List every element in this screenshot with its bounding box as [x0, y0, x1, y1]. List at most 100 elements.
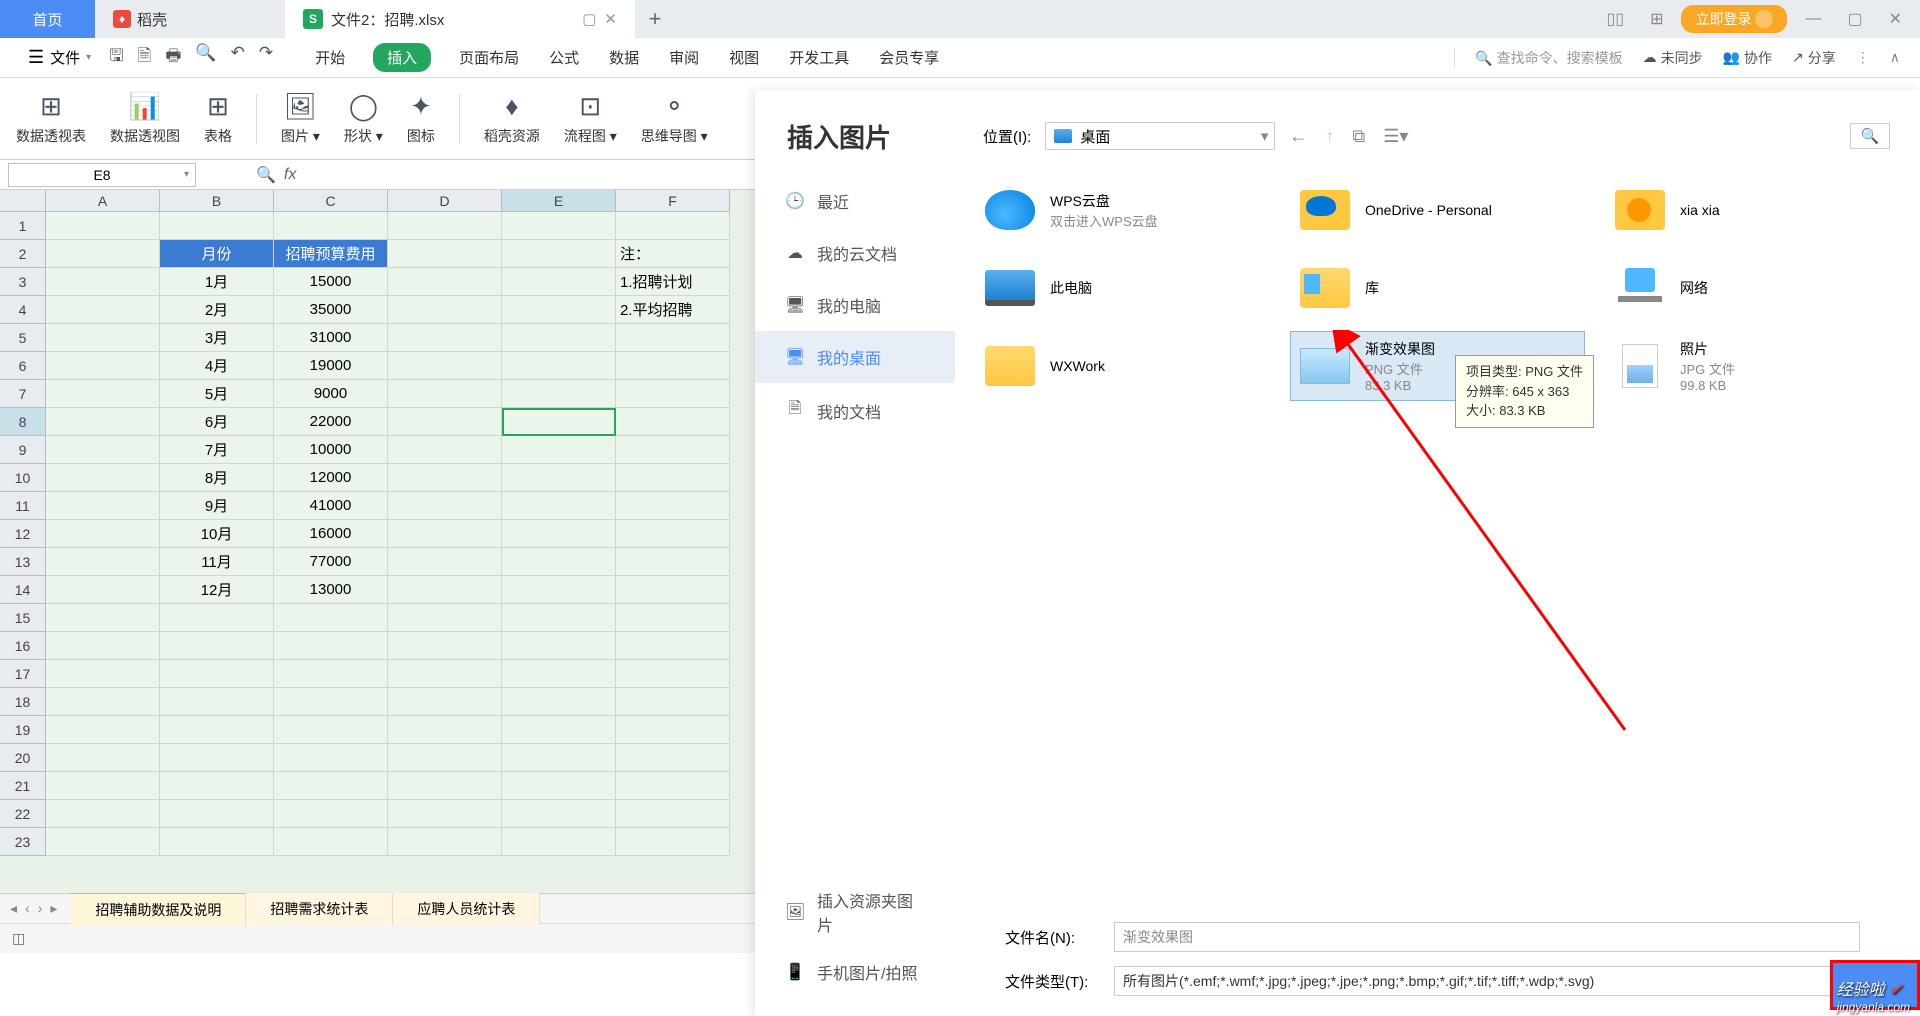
cell[interactable]: 月份: [160, 240, 274, 268]
cell[interactable]: [274, 604, 388, 632]
column-header[interactable]: D: [388, 190, 502, 212]
cell[interactable]: [46, 352, 160, 380]
menu-pagelayout[interactable]: 页面布局: [457, 43, 521, 72]
cell[interactable]: [616, 212, 730, 240]
cell[interactable]: 13000: [274, 576, 388, 604]
cell[interactable]: [388, 772, 502, 800]
cell[interactable]: [388, 520, 502, 548]
column-header[interactable]: B: [160, 190, 274, 212]
cell[interactable]: 19000: [274, 352, 388, 380]
insert-resource-folder[interactable]: 🖼插入资源夹图片: [785, 876, 925, 948]
cell[interactable]: [46, 520, 160, 548]
cell[interactable]: [46, 772, 160, 800]
cell[interactable]: [502, 352, 616, 380]
cell[interactable]: [46, 576, 160, 604]
sheet-prev-icon[interactable]: ‹: [25, 900, 30, 917]
cell[interactable]: [616, 352, 730, 380]
cell[interactable]: [616, 744, 730, 772]
cell[interactable]: [388, 576, 502, 604]
minimize-button[interactable]: —: [1797, 6, 1829, 32]
file-item[interactable]: OneDrive - Personal: [1290, 175, 1585, 245]
cell[interactable]: [46, 436, 160, 464]
cell[interactable]: [46, 212, 160, 240]
cell[interactable]: 注：: [616, 240, 730, 268]
row-header[interactable]: 13: [0, 548, 46, 576]
cell[interactable]: [502, 296, 616, 324]
cell[interactable]: 8月: [160, 464, 274, 492]
row-header[interactable]: 15: [0, 604, 46, 632]
cell[interactable]: [274, 772, 388, 800]
cell[interactable]: [274, 716, 388, 744]
cell[interactable]: 41000: [274, 492, 388, 520]
phone-photo[interactable]: 📱手机图片/拍照: [785, 948, 925, 996]
zoom-icon[interactable]: 🔍: [256, 165, 276, 185]
print-preview-icon[interactable]: 🗎: [138, 43, 152, 72]
cell[interactable]: [46, 828, 160, 856]
file-grid[interactable]: WPS云盘双击进入WPS云盘OneDrive - Personalxia xia…: [975, 175, 1900, 912]
cell[interactable]: 16000: [274, 520, 388, 548]
menu-formula[interactable]: 公式: [547, 43, 581, 72]
cell[interactable]: [502, 604, 616, 632]
sheet-first-icon[interactable]: ◂: [10, 900, 17, 917]
cell[interactable]: [616, 716, 730, 744]
layout-icon[interactable]: ▯▯: [1598, 5, 1632, 33]
file-item[interactable]: WPS云盘双击进入WPS云盘: [975, 175, 1270, 245]
cell[interactable]: [616, 576, 730, 604]
cell[interactable]: [160, 604, 274, 632]
file-item[interactable]: WXWork: [975, 331, 1270, 401]
tab-file-active[interactable]: S 文件2：招聘.xlsx ▢ ✕: [285, 0, 635, 38]
row-header[interactable]: 22: [0, 800, 46, 828]
tab-docer[interactable]: ♦ 稻壳: [95, 0, 285, 38]
cell[interactable]: 2月: [160, 296, 274, 324]
cell[interactable]: [274, 632, 388, 660]
sheet-tab[interactable]: 招聘需求统计表: [246, 893, 393, 925]
cell[interactable]: [502, 408, 616, 436]
location-select[interactable]: 桌面: [1045, 122, 1275, 150]
cell[interactable]: [502, 744, 616, 772]
cell[interactable]: [274, 660, 388, 688]
row-header[interactable]: 8: [0, 408, 46, 436]
cell[interactable]: 4月: [160, 352, 274, 380]
cell[interactable]: [616, 436, 730, 464]
menu-devtools[interactable]: 开发工具: [787, 43, 851, 72]
cell[interactable]: [388, 688, 502, 716]
sheet-last-icon[interactable]: ▸: [50, 900, 57, 917]
cell[interactable]: [388, 352, 502, 380]
sheet-next-icon[interactable]: ›: [38, 900, 43, 917]
cell[interactable]: [502, 828, 616, 856]
row-header[interactable]: 7: [0, 380, 46, 408]
ribbon-mindmap[interactable]: ⚬思维导图 ▾: [641, 91, 708, 146]
cell[interactable]: [388, 828, 502, 856]
cell[interactable]: [274, 800, 388, 828]
close-button[interactable]: ✕: [1881, 5, 1910, 33]
new-tab-button[interactable]: +: [635, 6, 675, 32]
cell[interactable]: 10月: [160, 520, 274, 548]
cell[interactable]: [388, 716, 502, 744]
row-header[interactable]: 20: [0, 744, 46, 772]
login-button[interactable]: 立即登录: [1681, 5, 1787, 33]
cell[interactable]: [616, 772, 730, 800]
filename-input[interactable]: [1114, 922, 1860, 952]
cells-grid[interactable]: 月份招聘预算费用注：1月150001.招聘计划2月350002.平均招聘3月31…: [46, 212, 730, 856]
cell[interactable]: [274, 828, 388, 856]
cell[interactable]: [502, 212, 616, 240]
cell[interactable]: [160, 800, 274, 828]
cell[interactable]: 5月: [160, 380, 274, 408]
cell[interactable]: [502, 660, 616, 688]
ribbon-pivot-chart[interactable]: 📊数据透视图: [110, 91, 180, 146]
cell[interactable]: [502, 380, 616, 408]
cell[interactable]: [502, 576, 616, 604]
cell[interactable]: [502, 240, 616, 268]
cell[interactable]: [46, 604, 160, 632]
cell[interactable]: [388, 296, 502, 324]
row-header[interactable]: 14: [0, 576, 46, 604]
cell[interactable]: [46, 296, 160, 324]
cell[interactable]: [160, 212, 274, 240]
row-header[interactable]: 2: [0, 240, 46, 268]
cell[interactable]: [388, 800, 502, 828]
column-header[interactable]: E: [502, 190, 616, 212]
cell[interactable]: 招聘预算费用: [274, 240, 388, 268]
cell[interactable]: 7月: [160, 436, 274, 464]
search-files-button[interactable]: 🔍: [1850, 123, 1890, 149]
menu-member[interactable]: 会员专享: [877, 43, 941, 72]
